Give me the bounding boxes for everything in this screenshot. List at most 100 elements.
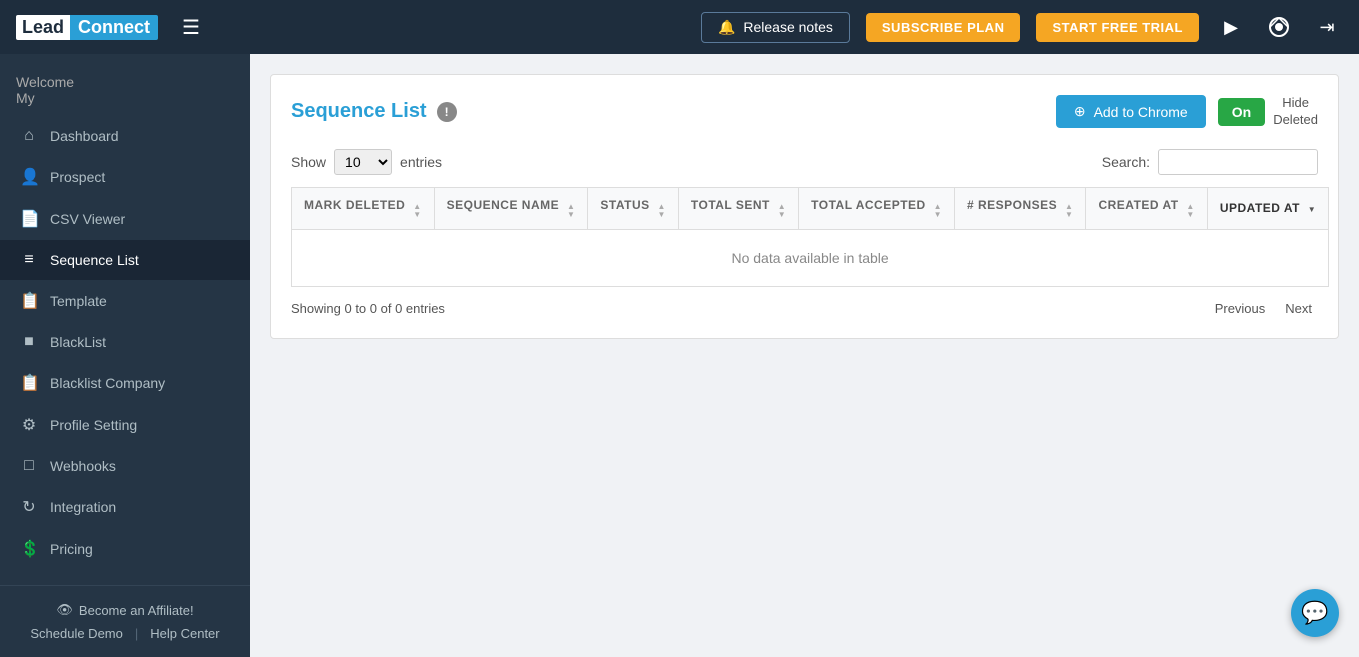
- list-icon: ≡: [20, 251, 38, 269]
- entries-select[interactable]: 10 25 50 100: [334, 149, 392, 175]
- table-controls: Show 10 25 50 100 entries Search:: [291, 149, 1318, 175]
- sidebar-item-csv-viewer[interactable]: 📄 CSV Viewer: [0, 198, 250, 240]
- sort-icon-total-sent: ▲▼: [778, 203, 786, 219]
- no-data-row: No data available in table: [292, 229, 1329, 286]
- toggle-group: On Hide Deleted: [1218, 95, 1318, 129]
- header: LeadConnect ☰ 🔔 Release notes SUBSCRIBE …: [0, 0, 1359, 54]
- trial-button[interactable]: START FREE TRIAL: [1036, 13, 1199, 42]
- sort-icon-responses: ▲▼: [1065, 203, 1073, 219]
- showing-text: Showing 0 to 0 of 0 entries: [291, 301, 445, 316]
- table-footer: Showing 0 to 0 of 0 entries Previous Nex…: [291, 299, 1318, 318]
- person-icon: 👤: [20, 167, 38, 187]
- sidebar-item-profile-setting[interactable]: ⚙ Profile Setting: [0, 404, 250, 446]
- sidebar-item-template[interactable]: 📋 Template: [0, 280, 250, 322]
- col-updated-at[interactable]: UPDATED AT ▼: [1207, 187, 1328, 229]
- sort-icon-mark-deleted: ▲▼: [413, 203, 421, 219]
- sidebar-label-profile-setting: Profile Setting: [50, 417, 137, 433]
- affiliate-label: Become an Affiliate!: [79, 603, 194, 618]
- main-content: Sequence List ! ⊕ Add to Chrome On Hide …: [250, 54, 1359, 657]
- template-icon: 📋: [20, 291, 38, 311]
- sidebar-nav: ⌂ Dashboard 👤 Prospect 📄 CSV Viewer ≡ Se…: [0, 116, 250, 585]
- search-label: Search:: [1102, 154, 1150, 170]
- play-icon[interactable]: ▶: [1215, 11, 1247, 43]
- release-notes-label: Release notes: [743, 19, 833, 35]
- sidebar-item-blacklist-company[interactable]: 📋 Blacklist Company: [0, 362, 250, 404]
- home-icon: ⌂: [20, 127, 38, 145]
- col-responses[interactable]: # RESPONSES ▲▼: [954, 187, 1085, 229]
- col-sequence-name-label: SEQUENCE NAME: [447, 198, 560, 212]
- footer-links: Schedule Demo | Help Center: [16, 626, 234, 641]
- no-data-cell: No data available in table: [292, 229, 1329, 286]
- col-total-accepted-label: TOTAL ACCEPTED: [811, 198, 926, 212]
- col-created-at-label: CREATED AT: [1098, 198, 1178, 212]
- chat-bubble[interactable]: 💬: [1291, 589, 1339, 637]
- col-total-accepted[interactable]: TOTAL ACCEPTED ▲▼: [799, 187, 955, 229]
- table-header-row: MARK DELETED ▲▼ SEQUENCE NAME ▲▼ STATUS …: [292, 187, 1329, 229]
- affiliate-link[interactable]: 👁 Become an Affiliate!: [16, 602, 234, 618]
- sidebar-label-blacklist-company: Blacklist Company: [50, 375, 165, 391]
- col-responses-label: # RESPONSES: [967, 198, 1057, 212]
- blacklist-company-icon: 📋: [20, 373, 38, 393]
- file-icon: 📄: [20, 209, 38, 229]
- col-sequence-name[interactable]: SEQUENCE NAME ▲▼: [434, 187, 588, 229]
- sort-icon-sequence-name: ▲▼: [567, 203, 575, 219]
- show-label: Show: [291, 154, 326, 170]
- col-created-at[interactable]: CREATED AT ▲▼: [1086, 187, 1207, 229]
- sidebar-item-blacklist[interactable]: ■ BlackList: [0, 322, 250, 362]
- col-status[interactable]: STATUS ▲▼: [588, 187, 678, 229]
- content-card: Sequence List ! ⊕ Add to Chrome On Hide …: [270, 74, 1339, 339]
- hide-deleted-text: Hide Deleted: [1273, 95, 1318, 129]
- table-head: MARK DELETED ▲▼ SEQUENCE NAME ▲▼ STATUS …: [292, 187, 1329, 229]
- signout-icon[interactable]: ⇥: [1311, 11, 1343, 43]
- table-body: No data available in table: [292, 229, 1329, 286]
- next-button[interactable]: Next: [1279, 299, 1318, 318]
- toggle-on-button[interactable]: On: [1218, 98, 1265, 126]
- bell-icon: 🔔: [718, 19, 735, 36]
- chrome-add-icon: ⊕: [1074, 103, 1086, 120]
- sidebar-item-sequence-list[interactable]: ≡ Sequence List: [0, 240, 250, 280]
- sidebar-label-prospect: Prospect: [50, 169, 105, 185]
- sidebar-footer: 👁 Become an Affiliate! Schedule Demo | H…: [0, 585, 250, 657]
- release-notes-button[interactable]: 🔔 Release notes: [701, 12, 850, 43]
- hamburger-icon[interactable]: ☰: [182, 15, 200, 40]
- show-entries-group: Show 10 25 50 100 entries: [291, 149, 442, 175]
- sidebar-item-dashboard[interactable]: ⌂ Dashboard: [0, 116, 250, 156]
- schedule-demo-link[interactable]: Schedule Demo: [30, 626, 123, 641]
- help-center-link[interactable]: Help Center: [150, 626, 219, 641]
- col-mark-deleted-label: MARK DELETED: [304, 198, 405, 212]
- sidebar-label-blacklist: BlackList: [50, 334, 106, 350]
- sidebar-item-prospect[interactable]: 👤 Prospect: [0, 156, 250, 198]
- logo[interactable]: LeadConnect: [16, 15, 158, 40]
- sidebar-label-integration: Integration: [50, 499, 116, 515]
- footer-divider: |: [135, 626, 138, 641]
- sidebar-label-csv-viewer: CSV Viewer: [50, 211, 125, 227]
- welcome-line2: My: [16, 90, 234, 106]
- sidebar-label-dashboard: Dashboard: [50, 128, 119, 144]
- sidebar-item-integration[interactable]: ↻ Integration: [0, 486, 250, 528]
- sidebar-item-webhooks[interactable]: □ Webhooks: [0, 446, 250, 486]
- info-icon: !: [437, 102, 457, 122]
- sidebar-item-pricing[interactable]: 💲 Pricing: [0, 528, 250, 570]
- sidebar-label-template: Template: [50, 293, 107, 309]
- sidebar-welcome: Welcome My: [0, 54, 250, 116]
- col-updated-at-label: UPDATED AT: [1220, 201, 1300, 215]
- sort-icon-total-accepted: ▲▼: [934, 203, 942, 219]
- sort-icon-status: ▲▼: [657, 203, 665, 219]
- card-actions: ⊕ Add to Chrome On Hide Deleted: [1056, 95, 1318, 129]
- sidebar-label-pricing: Pricing: [50, 541, 93, 557]
- col-mark-deleted[interactable]: MARK DELETED ▲▼: [292, 187, 435, 229]
- card-header: Sequence List ! ⊕ Add to Chrome On Hide …: [291, 95, 1318, 129]
- add-to-chrome-label: Add to Chrome: [1094, 104, 1188, 120]
- chrome-icon[interactable]: [1263, 11, 1295, 43]
- sidebar-label-webhooks: Webhooks: [50, 458, 116, 474]
- search-group: Search:: [1102, 149, 1318, 175]
- search-input[interactable]: [1158, 149, 1318, 175]
- gear-icon: ⚙: [20, 415, 38, 435]
- sidebar-label-sequence-list: Sequence List: [50, 252, 139, 268]
- data-table: MARK DELETED ▲▼ SEQUENCE NAME ▲▼ STATUS …: [291, 187, 1329, 287]
- col-total-sent[interactable]: TOTAL SENT ▲▼: [678, 187, 798, 229]
- previous-button[interactable]: Previous: [1209, 299, 1272, 318]
- affiliate-icon: 👁: [56, 602, 73, 618]
- add-to-chrome-button[interactable]: ⊕ Add to Chrome: [1056, 95, 1206, 128]
- subscribe-button[interactable]: SUBSCRIBE PLAN: [866, 13, 1021, 42]
